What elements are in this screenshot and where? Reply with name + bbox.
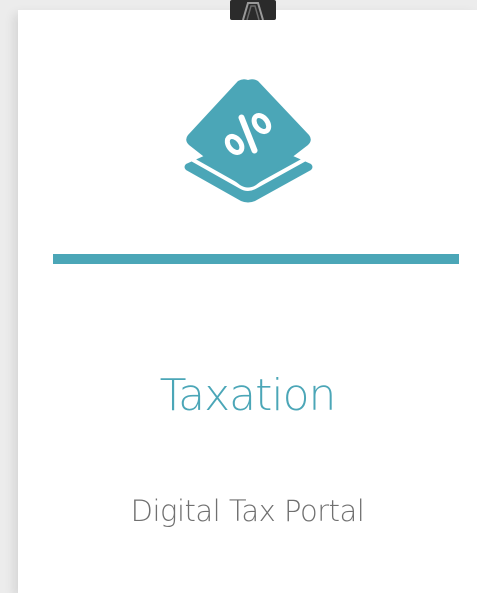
- divider-bar: [53, 254, 459, 264]
- card-subtitle: Digital Tax Portal: [130, 494, 365, 528]
- percent-tag-icon: [183, 72, 314, 203]
- taxation-card[interactable]: Taxation Digital Tax Portal: [18, 10, 477, 593]
- card-title: Taxation: [159, 370, 337, 421]
- page-stage: Taxation Digital Tax Portal: [0, 0, 477, 593]
- binder-clip-icon: [230, 0, 276, 21]
